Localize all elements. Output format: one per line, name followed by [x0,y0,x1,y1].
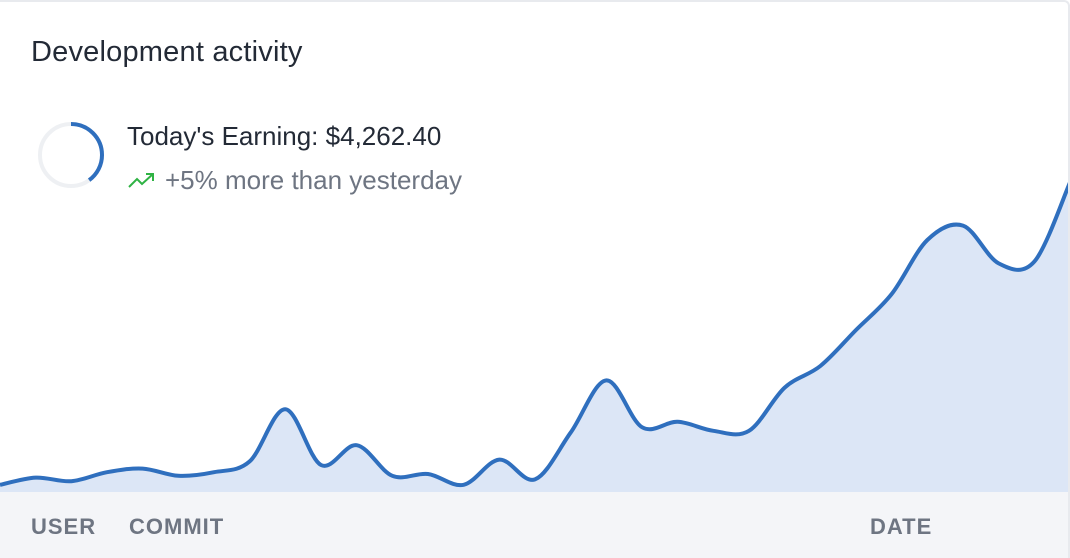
column-header-date[interactable]: DATE [870,514,932,540]
chart-area-fill [0,187,1068,492]
development-activity-card: Development activity Today's Earning: $4… [0,0,1070,558]
activity-area-chart [0,181,1068,492]
card-title: Development activity [31,36,303,68]
column-header-user[interactable]: USER [31,514,96,540]
column-header-commit[interactable]: COMMIT [129,514,224,540]
table-header: USER COMMIT DATE [0,492,1068,558]
